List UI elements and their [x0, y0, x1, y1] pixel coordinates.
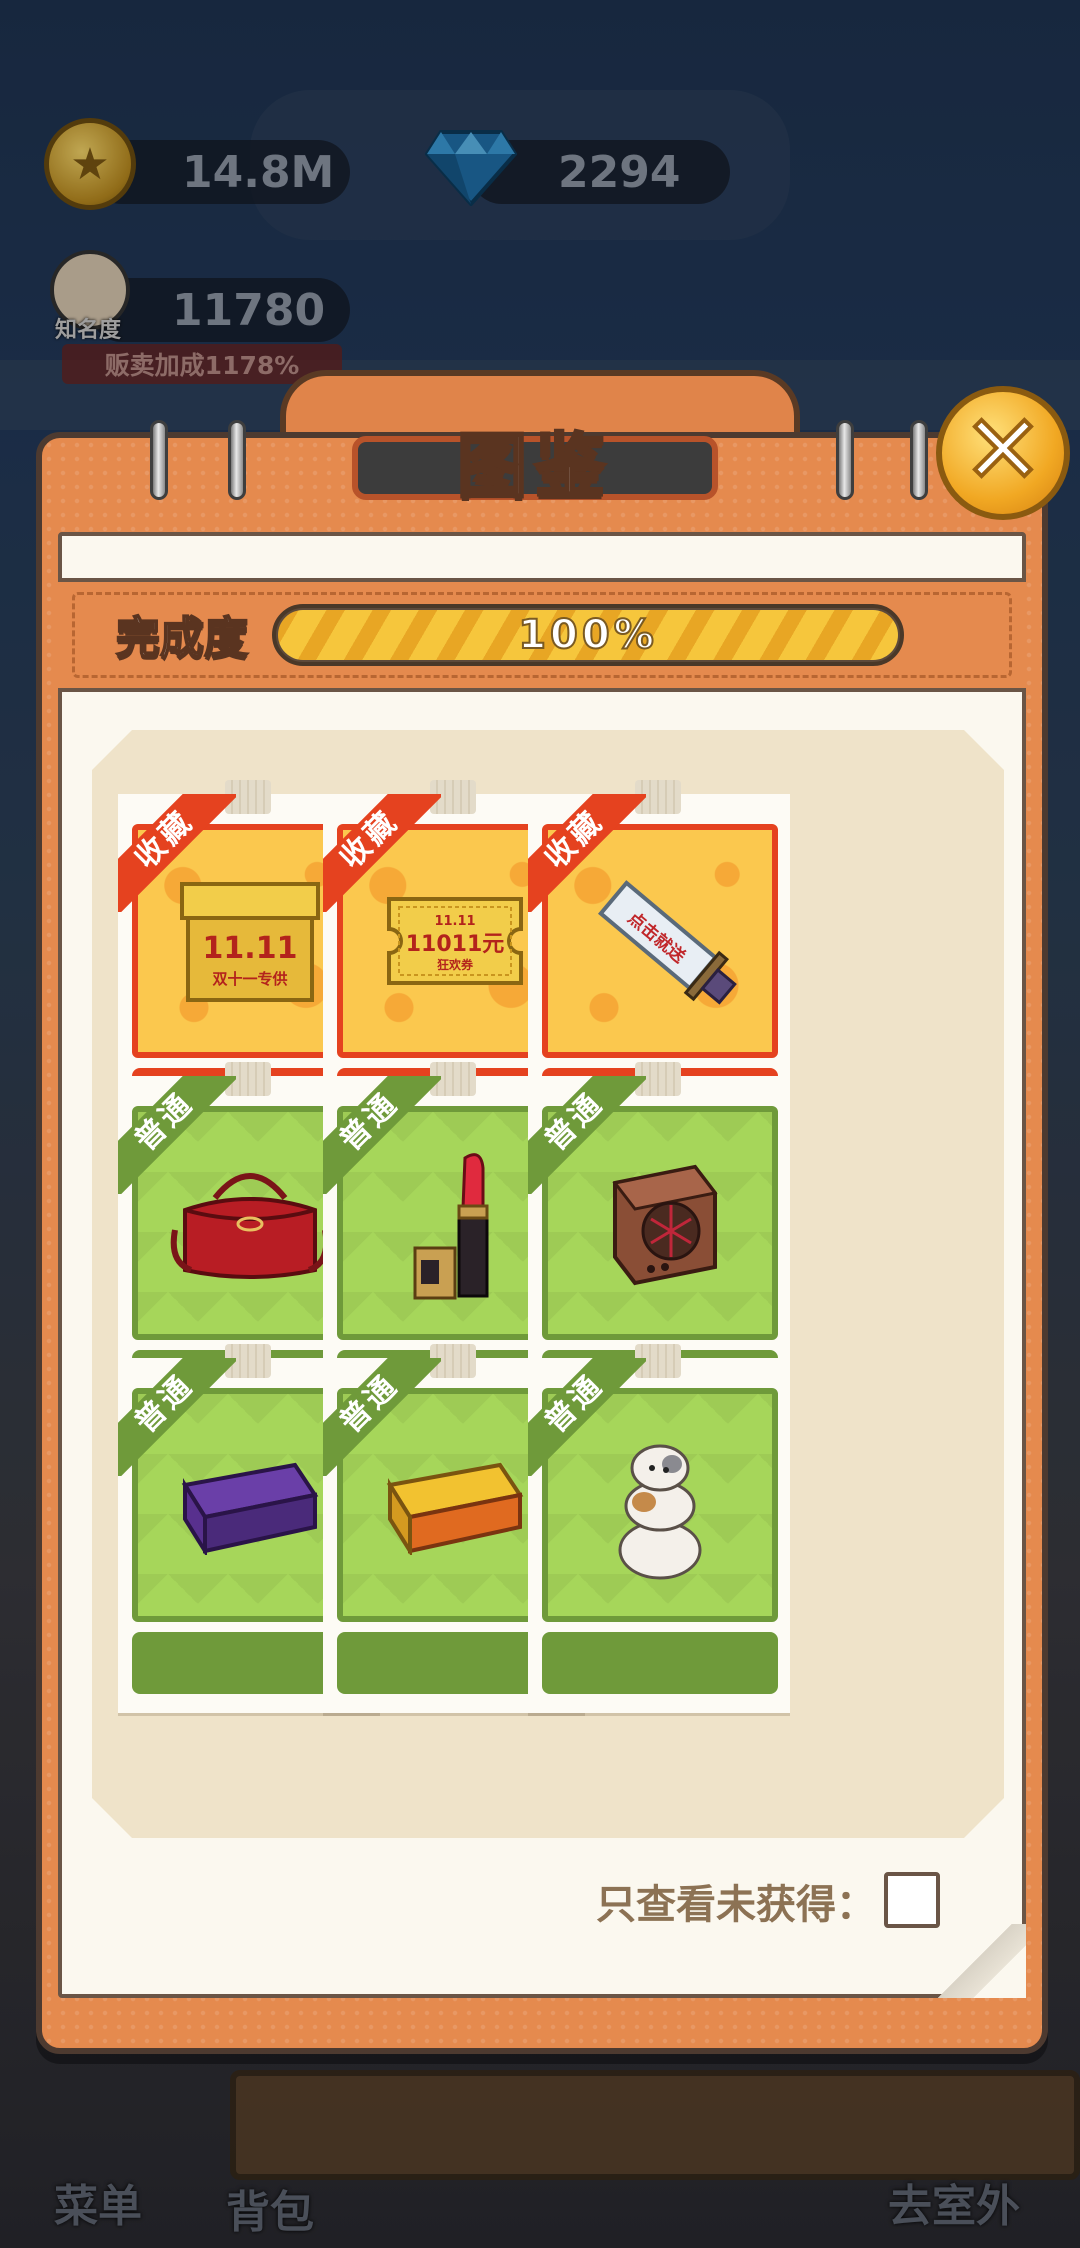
rarity-label: 普通	[528, 1358, 646, 1476]
binder-ring	[150, 420, 168, 500]
completion-label: 完成度	[115, 612, 249, 665]
rarity-ribbon: 普通	[528, 1076, 646, 1194]
collection-grid[interactable]: 11.11 双十一专供 金色传说箱 收藏 11.11 11011元 狂欢券 双十…	[110, 770, 990, 1786]
rarity-ribbon: 收藏	[528, 794, 646, 912]
svg-text:狂欢券: 狂欢券	[437, 957, 474, 972]
completion-percent: 100%	[517, 611, 658, 659]
rarity-ribbon: 普通	[528, 1358, 646, 1476]
close-button[interactable]: ✕	[936, 386, 1070, 520]
rarity-ribbon: 收藏	[323, 794, 441, 912]
rarity-label: 普通	[528, 1076, 646, 1194]
filter-label: 只查看未获得：	[596, 1882, 876, 1928]
binder-ring	[228, 420, 246, 500]
panel-title: 图鉴	[456, 423, 613, 508]
svg-text:11.11: 11.11	[203, 931, 298, 966]
svg-text:11011元: 11011元	[406, 932, 505, 957]
rarity-label: 收藏	[118, 794, 236, 912]
svg-text:11.11: 11.11	[434, 914, 475, 929]
rarity-label: 普通	[323, 1358, 441, 1476]
rarity-label: 收藏	[323, 794, 441, 912]
rarity-label: 收藏	[528, 794, 646, 912]
rarity-label: 普通	[118, 1076, 236, 1194]
rarity-label: 普通	[118, 1358, 236, 1476]
collection-card[interactable]: 普通	[528, 1344, 790, 1713]
svg-text:双十一专供: 双十一专供	[212, 970, 287, 988]
binder-ring	[836, 420, 854, 500]
binder-ring	[910, 420, 928, 500]
rarity-ribbon: 普通	[323, 1358, 441, 1476]
page-curl	[924, 1924, 1026, 1998]
close-icon: ✕	[961, 394, 1045, 506]
item-name	[542, 1632, 778, 1694]
unobtained-only-checkbox[interactable]	[884, 1872, 940, 1928]
rarity-ribbon: 普通	[323, 1076, 441, 1194]
rarity-label: 普通	[323, 1076, 441, 1194]
rarity-ribbon: 收藏	[118, 794, 236, 912]
rarity-ribbon: 普通	[118, 1358, 236, 1476]
rarity-ribbon: 普通	[118, 1076, 236, 1194]
